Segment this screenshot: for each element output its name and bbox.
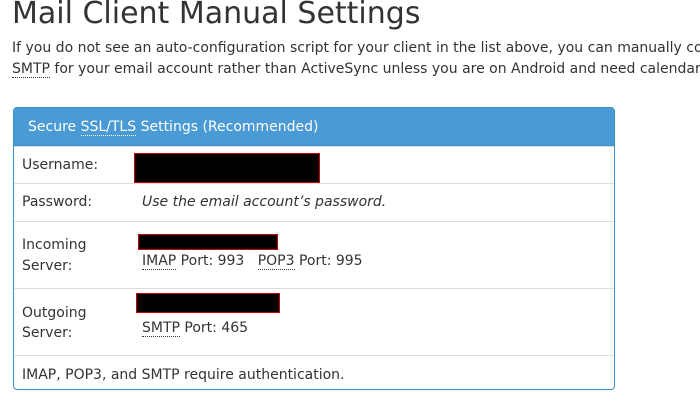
outgoing-label-line-2: Server: bbox=[22, 325, 73, 341]
page-title: Mail Client Manual Settings bbox=[12, 0, 421, 31]
smtp-port: Port: 465 bbox=[179, 320, 249, 336]
panel-heading: Secure SSL/TLS Settings (Recommended) bbox=[14, 108, 614, 146]
username-label: Username: bbox=[22, 157, 99, 173]
panel-heading-prefix: Secure bbox=[28, 119, 81, 135]
outgoing-label-line-1: Outgoing bbox=[22, 305, 87, 321]
pop3-port: Port: 995 bbox=[294, 253, 363, 269]
imap-abbr: IMAP bbox=[142, 253, 177, 270]
outgoing-ports: SMTP Port: 465 bbox=[142, 318, 248, 338]
password-label: Password: bbox=[22, 194, 93, 210]
password-row: Password: Use the email account’s passwo… bbox=[14, 183, 614, 221]
intro-line-2: SMTP for your email account rather than … bbox=[12, 59, 700, 80]
auth-note-row: IMAP, POP3, and SMTP require authenticat… bbox=[14, 355, 614, 389]
username-redaction bbox=[134, 153, 320, 183]
incoming-ports: IMAP Port: 993 POP3 Port: 995 bbox=[142, 251, 363, 271]
outgoing-server-row: Outgoing Server: SMTP Port: 465 bbox=[14, 288, 614, 355]
intro-text: If you do not see an auto-configuration … bbox=[12, 38, 700, 80]
pop3-abbr: POP3 bbox=[257, 253, 295, 270]
auth-note: IMAP, POP3, and SMTP require authenticat… bbox=[22, 367, 345, 383]
incoming-label-line-2: Server: bbox=[22, 258, 73, 274]
smtp-port-abbr: SMTP bbox=[142, 320, 180, 337]
intro-line-2-rest: for your email account rather than Activ… bbox=[49, 61, 700, 77]
password-value: Use the email account’s password. bbox=[142, 194, 387, 210]
imap-port: Port: 993 bbox=[176, 253, 245, 269]
incoming-label-line-1: Incoming bbox=[22, 237, 87, 253]
ssl-settings-panel: Secure SSL/TLS Settings (Recommended) Us… bbox=[13, 107, 615, 390]
panel-heading-suffix: Settings (Recommended) bbox=[136, 119, 319, 135]
outgoing-server-redaction bbox=[136, 293, 280, 313]
smtp-abbr: SMTP bbox=[12, 61, 50, 78]
ssl-tls-abbr: SSL/TLS bbox=[80, 119, 137, 136]
username-row: Username: bbox=[14, 146, 614, 183]
intro-line-1: If you do not see an auto-configuration … bbox=[12, 40, 700, 56]
incoming-server-redaction bbox=[138, 234, 278, 250]
incoming-server-row: Incoming Server: IMAP Port: 993 POP3 Por… bbox=[14, 221, 614, 288]
